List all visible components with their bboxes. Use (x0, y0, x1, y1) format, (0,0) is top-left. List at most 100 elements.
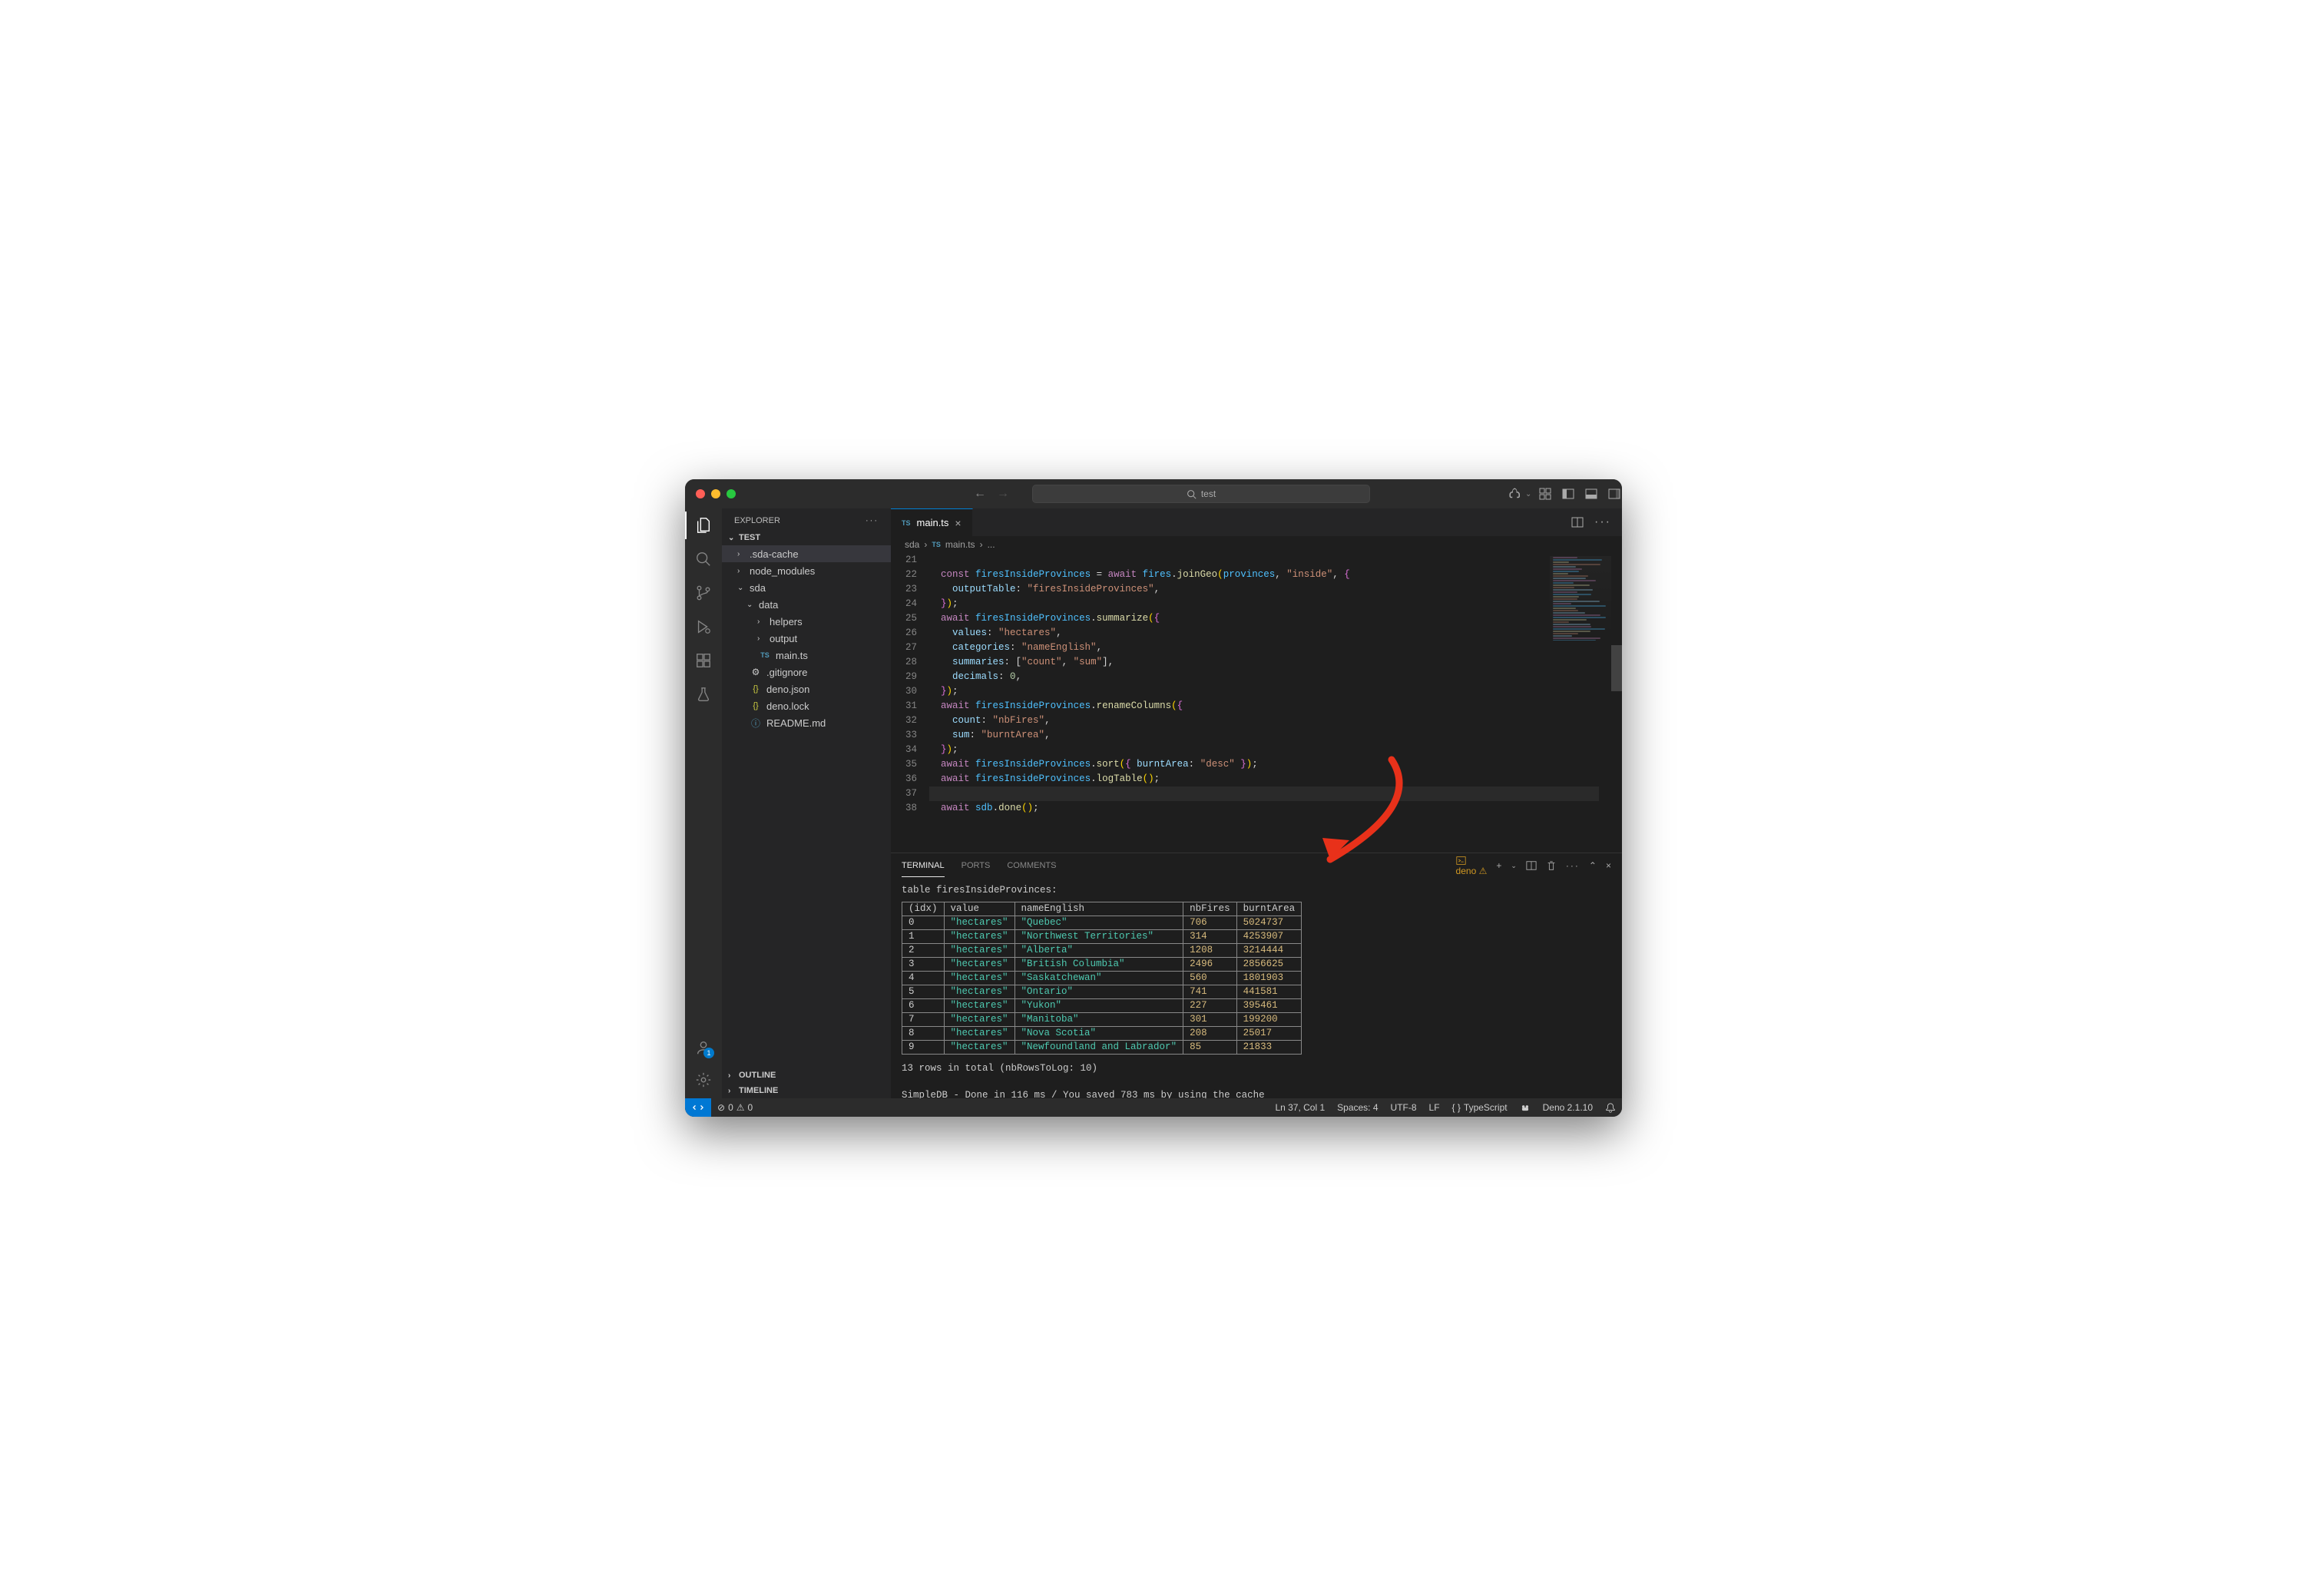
command-center-search[interactable]: test (1032, 485, 1370, 503)
layout-sidebar-left-icon[interactable] (1562, 488, 1574, 500)
window-close-button[interactable] (696, 489, 705, 498)
chevron-icon: › (757, 634, 765, 643)
play-bug-icon (695, 618, 712, 635)
file-tree-item[interactable]: TSmain.ts (722, 647, 891, 664)
trash-icon[interactable] (1546, 860, 1557, 871)
panel-tab-ports[interactable]: PORTS (962, 855, 991, 876)
explorer-sidebar: EXPLORER ··· ⌄ TEST › .sda-cache ›node_mod… (722, 508, 891, 1098)
file-tree-item[interactable]: ›output (722, 630, 891, 647)
project-name: TEST (739, 533, 760, 542)
typescript-icon: TS (902, 519, 911, 527)
activity-bar: 1 (685, 508, 722, 1098)
table-row: 4"hectares""Saskatchewan"5601801903 (902, 972, 1302, 985)
status-deno[interactable]: Deno 2.1.10 (1537, 1102, 1599, 1113)
more-icon[interactable]: ··· (1566, 860, 1580, 871)
activity-run-debug[interactable] (694, 618, 713, 636)
file-tree-item[interactable]: ⌄ sda (722, 579, 891, 596)
outline-section[interactable]: › OUTLINE (722, 1068, 891, 1083)
chevron-down-icon[interactable]: ⌄ (1511, 862, 1517, 870)
rows-summary: 13 rows in total (nbRowsToLog: 10) (902, 1062, 1611, 1075)
file-tree-item[interactable]: ›helpers (722, 613, 891, 630)
layout-panel-icon[interactable] (1585, 488, 1597, 500)
vscode-window: ← → test ⌄ (685, 479, 1622, 1117)
breadcrumbs[interactable]: sda › TS main.ts › ... (891, 536, 1622, 553)
panel-tab-comments[interactable]: COMMENTS (1007, 855, 1056, 876)
layout-customize-icon[interactable] (1539, 488, 1551, 500)
remote-button[interactable] (685, 1098, 711, 1117)
tab-close-icon[interactable]: × (955, 517, 961, 529)
editor-area: TS main.ts × ··· sda › TS main.ts › ... (891, 508, 1622, 1098)
table-row: 8"hectares""Nova Scotia"20825017 (902, 1027, 1302, 1041)
file-label: .sda-cache (750, 548, 799, 560)
table-row: 7"hectares""Manitoba"301199200 (902, 1013, 1302, 1027)
file-tree-item[interactable]: ⓘREADME.md (722, 714, 891, 731)
table-header: value (944, 902, 1014, 916)
status-language[interactable]: { } TypeScript (1446, 1102, 1514, 1113)
status-notifications[interactable] (1599, 1102, 1622, 1113)
close-panel-icon[interactable]: × (1606, 860, 1611, 871)
activity-accounts[interactable]: 1 (694, 1038, 713, 1057)
activity-source-control[interactable] (694, 584, 713, 602)
editor-tabs: TS main.ts × ··· (891, 508, 1622, 536)
activity-explorer[interactable] (694, 516, 713, 535)
table-row: 3"hectares""British Columbia"24962856625 (902, 958, 1302, 972)
code-editor[interactable]: 212223242526272829303132333435363738 con… (891, 553, 1622, 853)
activity-testing[interactable] (694, 685, 713, 704)
panel-tab-terminal[interactable]: TERMINAL (902, 855, 945, 877)
code-content[interactable]: const firesInsideProvinces = await fires… (929, 553, 1622, 853)
chevron-right-icon: › (728, 1087, 736, 1095)
window-minimize-button[interactable] (711, 489, 720, 498)
explorer-title: EXPLORER (734, 516, 780, 525)
scrollbar-thumb[interactable] (1611, 645, 1622, 691)
table-row: 9"hectares""Newfoundland and Labrador"85… (902, 1041, 1302, 1055)
file-tree-item[interactable]: ⌄data (722, 596, 891, 613)
file-tree-item[interactable]: › .sda-cache (722, 545, 891, 562)
extensions-icon (695, 652, 712, 669)
tab-main-ts[interactable]: TS main.ts × (891, 508, 973, 536)
layout-sidebar-right-icon[interactable] (1608, 488, 1620, 500)
account-badge: 1 (703, 1048, 714, 1058)
file-tree-item[interactable]: ›node_modules (722, 562, 891, 579)
chevron-icon: › (737, 550, 745, 558)
file-tree: › .sda-cache ›node_modules ⌄ sda ⌄data›helper… (722, 545, 891, 1068)
more-actions-icon[interactable]: ··· (1594, 515, 1611, 529)
status-problems[interactable]: ⊘0 ⚠0 (711, 1102, 759, 1113)
new-terminal-icon[interactable]: + (1496, 860, 1501, 871)
nav-back-icon[interactable]: ← (974, 487, 986, 501)
nav-arrows: ← → (974, 487, 1009, 501)
status-cursor[interactable]: Ln 37, Col 1 (1269, 1102, 1331, 1113)
bell-icon (1605, 1102, 1616, 1113)
statusbar: ⊘0 ⚠0 Ln 37, Col 1 Spaces: 4 UTF-8 LF { … (685, 1098, 1622, 1117)
explorer-header: EXPLORER ··· (722, 508, 891, 530)
nav-forward-icon[interactable]: → (997, 487, 1009, 501)
status-eol[interactable]: LF (1423, 1102, 1446, 1113)
status-encoding[interactable]: UTF-8 (1385, 1102, 1423, 1113)
split-terminal-icon[interactable] (1526, 860, 1537, 871)
copilot-button[interactable]: ⌄ (1508, 487, 1531, 501)
chevron-icon: ⌄ (737, 584, 745, 592)
terminal-output[interactable]: table firesInsideProvinces: (idx)valuena… (891, 878, 1622, 1098)
chevron-right-icon: › (980, 539, 983, 550)
file-tree-item[interactable]: {}deno.lock (722, 697, 891, 714)
split-editor-icon[interactable] (1571, 516, 1584, 528)
activity-search[interactable] (694, 550, 713, 568)
explorer-more-icon[interactable]: ··· (866, 516, 879, 525)
status-copilot[interactable] (1514, 1102, 1537, 1113)
minimap[interactable] (1550, 556, 1611, 641)
search-text: test (1201, 488, 1216, 499)
chevron-up-icon[interactable]: ⌃ (1589, 860, 1597, 871)
file-label: sda (750, 582, 766, 594)
project-root[interactable]: ⌄ TEST (722, 530, 891, 545)
table-header: nameEnglish (1014, 902, 1183, 916)
timeline-section[interactable]: › TIMELINE (722, 1083, 891, 1098)
status-indent[interactable]: Spaces: 4 (1331, 1102, 1384, 1113)
window-maximize-button[interactable] (727, 489, 736, 498)
table-row: 0"hectares""Quebec"7065024737 (902, 916, 1302, 930)
terminal-shell-indicator[interactable]: deno ⚠ (1456, 856, 1488, 876)
file-tree-item[interactable]: ⚙.gitignore (722, 664, 891, 680)
file-label: main.ts (776, 650, 808, 661)
activity-extensions[interactable] (694, 651, 713, 670)
activity-settings[interactable] (694, 1071, 713, 1089)
file-tree-item[interactable]: {}deno.json (722, 680, 891, 697)
file-label: deno.json (766, 684, 809, 695)
